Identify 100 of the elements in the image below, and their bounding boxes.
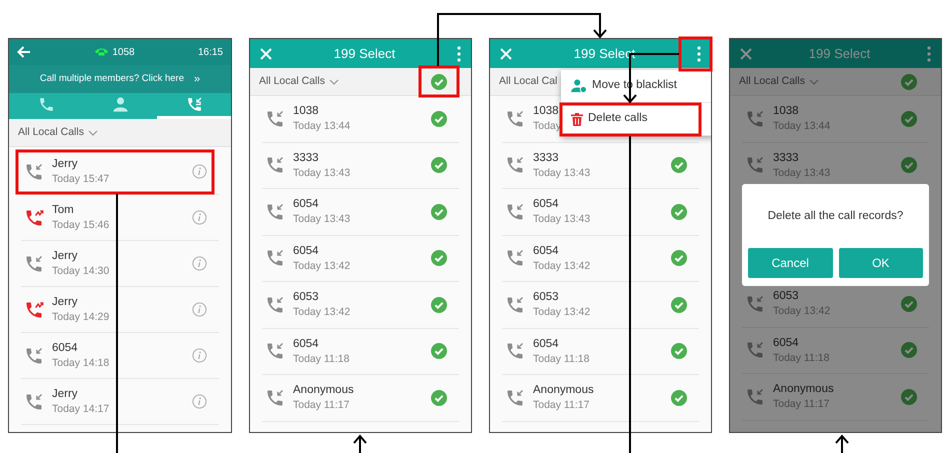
phone-icon — [265, 341, 285, 362]
contact-name: 3333 — [293, 150, 319, 166]
person-icon — [571, 79, 587, 93]
call-time: Today 13:43 — [773, 166, 830, 180]
contact-name: Anonymous — [773, 382, 834, 398]
filter-label[interactable]: All Local Calls — [259, 74, 325, 90]
call-time: Today 13:44 — [293, 119, 350, 134]
phone-icon — [265, 388, 285, 408]
more-icon — [697, 46, 701, 62]
phone-icon — [265, 248, 285, 268]
phone-icon — [265, 202, 285, 222]
filter-bar[interactable]: All Local Calls — [250, 68, 471, 96]
contact-name: 6053 — [773, 289, 799, 304]
call-time: Today 11:18 — [533, 352, 590, 366]
call-time: Today 13:43 — [533, 212, 590, 226]
call-time: Today 11:17 — [533, 398, 590, 412]
contact-name: 6054 — [773, 336, 799, 351]
call-time: Today 13:43 — [293, 212, 350, 226]
contact-name: Anonymous — [293, 383, 354, 398]
info-icon — [192, 210, 207, 225]
contact-name: Tom — [52, 203, 74, 218]
phone-icon — [745, 294, 765, 314]
phone-icon — [505, 248, 525, 268]
trash-icon — [571, 112, 583, 126]
connector-arrow — [835, 434, 849, 453]
phone-icon — [745, 108, 765, 129]
call-time: Today 15:46 — [52, 218, 110, 232]
phone-icon — [38, 96, 54, 113]
info-icon — [192, 256, 207, 271]
phone-icon — [265, 108, 285, 129]
call-time: Today 15:47 — [52, 172, 110, 186]
info-icon — [192, 394, 207, 409]
contact-name: 6054 — [533, 197, 559, 212]
contact-name: 6053 — [293, 290, 319, 306]
phone-icon — [505, 202, 525, 222]
info-icon — [192, 302, 207, 317]
phone-icon — [745, 386, 765, 407]
account-number: 1058 — [112, 46, 135, 60]
info-icon — [192, 348, 207, 363]
menu-item[interactable]: Delete calls — [561, 103, 711, 136]
filter-label[interactable]: All Local Cal — [499, 74, 558, 90]
call-history-icon — [186, 96, 202, 113]
phone-icon — [745, 340, 765, 360]
more-icon — [457, 46, 461, 62]
chevron-down-icon — [88, 128, 98, 138]
banner[interactable]: Call multiple members? Click here » — [9, 65, 231, 93]
screen-title: 199 Select — [808, 44, 870, 63]
highlight-frame — [418, 66, 460, 98]
contact-name: Jerry — [52, 295, 78, 310]
call-time: Today 11:17 — [773, 397, 830, 412]
call-time: Today 13:42 — [773, 304, 830, 318]
filter-bar[interactable]: All Local Calls — [9, 119, 231, 147]
close-icon — [500, 48, 512, 60]
phone-icon — [745, 155, 765, 176]
contact-name: Jerry — [52, 249, 78, 264]
call-time: Today 14:17 — [52, 402, 110, 416]
filter-label[interactable]: All Local Calls — [739, 74, 805, 90]
call-time: Today 13:43 — [533, 166, 590, 180]
phone-icon — [505, 155, 525, 176]
call-time: Today 13:42 — [293, 258, 350, 273]
call-time: Today 11:18 — [773, 350, 830, 365]
call-time: Today 14:18 — [52, 356, 110, 370]
more-icon — [927, 46, 931, 62]
call-time: Today 13:42 — [293, 305, 350, 320]
call-time: Today 11:18 — [293, 352, 350, 366]
phone-icon — [265, 294, 285, 315]
chevron-down-icon — [328, 76, 339, 86]
highlight-frame — [678, 36, 712, 72]
double-chevron-icon[interactable]: » — [194, 70, 200, 88]
info-icon — [192, 164, 207, 179]
chevron-down-icon — [808, 76, 819, 86]
contact-name: 6054 — [293, 197, 319, 212]
call-time: Today 14:30 — [52, 264, 110, 278]
contact-name: 1038 — [533, 104, 559, 120]
close-icon — [260, 48, 272, 60]
phone-icon — [24, 392, 44, 412]
contact-name: 6054 — [533, 336, 559, 352]
phone-icon — [24, 208, 44, 228]
close-icon — [740, 48, 752, 60]
clock-time: 16:15 — [198, 46, 223, 60]
contact-name: Anonymous — [533, 383, 594, 398]
phone-icon — [505, 388, 525, 408]
back-icon — [17, 46, 31, 58]
filter-bar[interactable]: All Local Calls — [730, 68, 941, 96]
contact-name: Jerry — [52, 387, 78, 402]
contact-name: 6054 — [533, 244, 559, 259]
contact-name: 6054 — [52, 341, 78, 356]
phone-icon — [265, 155, 285, 176]
screen-title: 199 Select — [334, 44, 396, 63]
banner-text[interactable]: Call multiple members? Click here — [40, 72, 184, 86]
filter-label[interactable]: All Local Calls — [18, 124, 84, 140]
contact-name: 6054 — [293, 336, 319, 352]
phone-icon — [24, 254, 44, 274]
call-time: Today 13:42 — [533, 258, 590, 273]
phone-icon — [24, 346, 44, 366]
call-time: Today 13:42 — [533, 305, 590, 320]
call-time: Today 13:44 — [773, 119, 830, 134]
phone-icon — [24, 162, 44, 182]
dialog-message: Delete all the call records? — [768, 209, 904, 224]
phone-icon — [24, 300, 44, 320]
